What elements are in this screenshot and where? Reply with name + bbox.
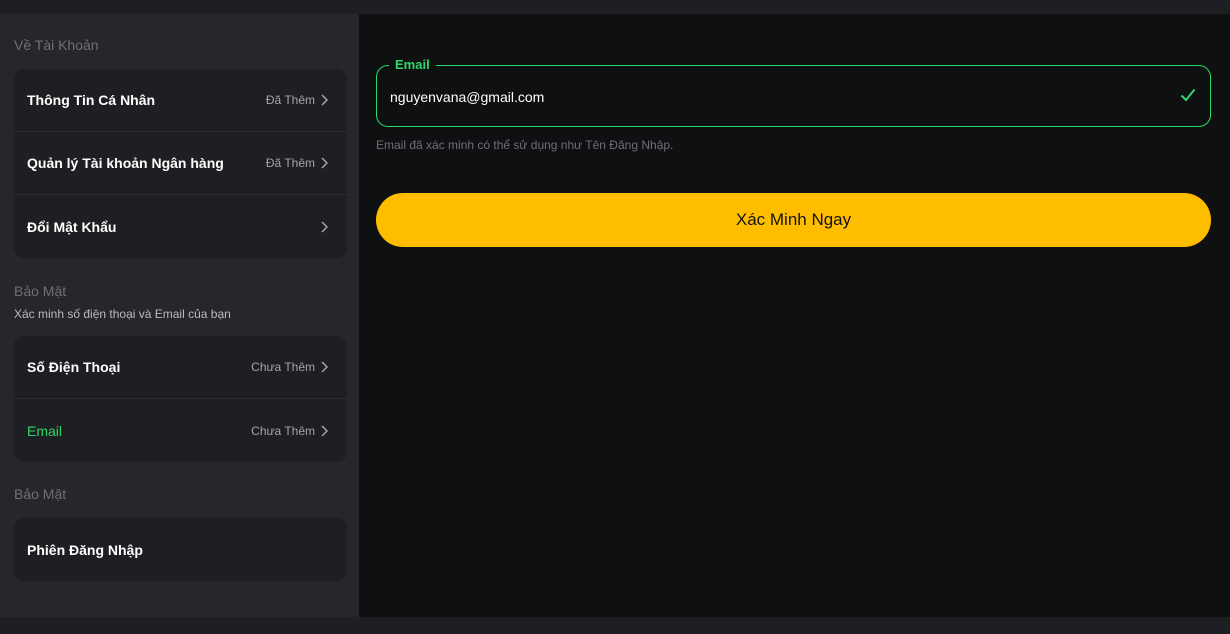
sidebar-item-label: Phiên Đăng Nhập	[27, 541, 143, 558]
check-icon	[1180, 88, 1196, 107]
sidebar-item-login-sessions[interactable]: Phiên Đăng Nhập	[14, 518, 347, 581]
chevron-right-icon	[321, 361, 331, 373]
sidebar-item-label: Số Điện Thoại	[27, 359, 121, 375]
sidebar-item-label: Thông Tin Cá Nhân	[27, 92, 156, 108]
section-title-session: Bảo Mật	[14, 486, 67, 502]
status-text: Chưa Thêm	[251, 360, 315, 374]
sidebar-item-change-password[interactable]: Đổi Mật Khẩu	[14, 195, 347, 258]
sidebar-item-label: Quản lý Tài khoản Ngân hàng	[27, 155, 224, 171]
main-panel: Email Email đã xác minh có thể sử dụng n…	[359, 14, 1230, 617]
session-group: Phiên Đăng Nhập	[14, 518, 347, 581]
email-input[interactable]	[390, 89, 1150, 105]
verify-now-button[interactable]: Xác Minh Ngay	[376, 193, 1211, 247]
email-helper-text: Email đã xác minh có thể sử dụng như Tên…	[376, 138, 674, 152]
security-group: Số Điện Thoại Chưa Thêm Email Chưa Thêm	[14, 336, 347, 462]
sidebar-item-personal-info[interactable]: Thông Tin Cá Nhân Đã Thêm	[14, 69, 347, 132]
status-text: Chưa Thêm	[251, 423, 315, 438]
status-text: Đã Thêm	[265, 156, 315, 170]
sidebar-item-phone[interactable]: Số Điện Thoại Chưa Thêm	[14, 336, 347, 399]
chevron-right-icon	[321, 157, 331, 169]
chevron-right-icon	[321, 424, 331, 437]
settings-sidebar: Về Tài Khoản Thông Tin Cá Nhân Đã Thêm Q…	[0, 14, 359, 617]
email-field-label: Email	[389, 57, 436, 72]
status-text: Đã Thêm	[265, 93, 315, 107]
section-title-security: Bảo Mật	[14, 283, 67, 299]
account-group: Thông Tin Cá Nhân Đã Thêm Quản lý Tài kh…	[14, 69, 347, 258]
sidebar-item-label: Đổi Mật Khẩu	[27, 218, 117, 235]
sidebar-item-email[interactable]: Email Chưa Thêm	[14, 399, 347, 462]
chevron-right-icon	[321, 94, 331, 106]
email-field[interactable]: Email	[376, 57, 1211, 127]
sidebar-item-label: Email	[27, 422, 63, 439]
section-subtitle-security: Xác minh số điện thoại và Email của bạn	[14, 307, 231, 321]
section-title-account: Về Tài Khoản	[14, 37, 99, 53]
sidebar-item-bank-account[interactable]: Quản lý Tài khoản Ngân hàng Đã Thêm	[14, 132, 347, 195]
chevron-right-icon	[321, 220, 331, 233]
